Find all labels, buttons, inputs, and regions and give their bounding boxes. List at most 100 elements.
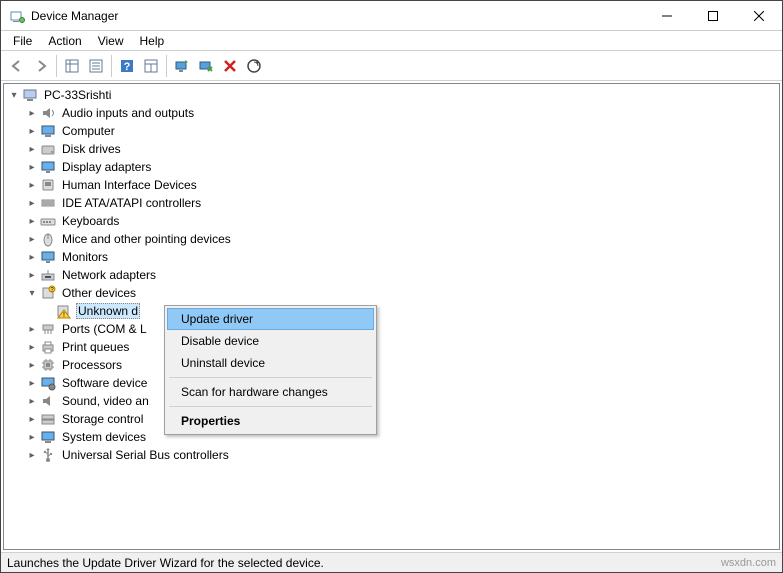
tree-node-unknown-device[interactable]: !Unknown d: [4, 302, 779, 320]
tree-node-label: Storage control: [60, 412, 145, 426]
tree-node[interactable]: ▸Print queues: [4, 338, 779, 356]
ctx-separator: [169, 377, 372, 378]
tree-node-label: Ports (COM & L: [60, 322, 149, 336]
other-devices-icon: ?: [40, 285, 56, 301]
svg-text:?: ?: [124, 61, 131, 73]
tree-node[interactable]: ▸ Universal Serial Bus controllers: [4, 446, 779, 464]
tree-node-label: Unknown d: [76, 303, 140, 319]
update-driver-button[interactable]: [170, 54, 194, 78]
chevron-right-icon[interactable]: ▸: [24, 321, 40, 337]
tree-node[interactable]: ▾? Other devices: [4, 284, 779, 302]
network-icon: [40, 267, 56, 283]
tree-node[interactable]: ▸ Human Interface Devices: [4, 176, 779, 194]
tree-node[interactable]: ▸Software device: [4, 374, 779, 392]
window-controls: [644, 1, 782, 31]
tree-node-label: Audio inputs and outputs: [60, 106, 196, 120]
tree-node[interactable]: ▸ System devices: [4, 428, 779, 446]
forward-button[interactable]: [29, 54, 53, 78]
chevron-right-icon[interactable]: ▸: [24, 393, 40, 409]
tree-node-label: Network adapters: [60, 268, 158, 282]
ctx-properties[interactable]: Properties: [167, 410, 374, 432]
titlebar: Device Manager: [1, 1, 782, 31]
chevron-right-icon[interactable]: ▸: [24, 123, 40, 139]
menu-file[interactable]: File: [5, 32, 40, 50]
back-button[interactable]: [5, 54, 29, 78]
tree-node-label: Sound, video an: [60, 394, 151, 408]
display-icon: [40, 159, 56, 175]
usb-icon: [40, 447, 56, 463]
tree-node[interactable]: ▸ Network adapters: [4, 266, 779, 284]
chevron-right-icon[interactable]: ▸: [24, 159, 40, 175]
chevron-right-icon[interactable]: ▸: [24, 177, 40, 193]
chevron-right-icon[interactable]: ▸: [24, 213, 40, 229]
help-button[interactable]: ?: [115, 54, 139, 78]
warning-device-icon: !: [56, 303, 72, 319]
tree-node[interactable]: ▸ Sound, video an: [4, 392, 779, 410]
tree-node-label: System devices: [60, 430, 148, 444]
menu-action[interactable]: Action: [40, 32, 89, 50]
maximize-button[interactable]: [690, 1, 736, 31]
minimize-button[interactable]: [644, 1, 690, 31]
tree-node[interactable]: ▸Display adapters: [4, 158, 779, 176]
scan-hardware-button[interactable]: [242, 54, 266, 78]
computer-icon: [22, 87, 38, 103]
device-tree[interactable]: ▾ PC-33Srishti ▸ Audio inputs and outputs…: [3, 83, 780, 550]
properties-sheet-button[interactable]: [139, 54, 163, 78]
chevron-down-icon[interactable]: ▾: [24, 285, 40, 301]
tree-node[interactable]: ▸ Ports (COM & L: [4, 320, 779, 338]
ctx-disable-device[interactable]: Disable device: [167, 330, 374, 352]
tree-node[interactable]: ▸IDE ATA/ATAPI controllers: [4, 194, 779, 212]
chevron-right-icon[interactable]: ▸: [24, 249, 40, 265]
ctx-uninstall-device[interactable]: Uninstall device: [167, 352, 374, 374]
processor-icon: [40, 357, 56, 373]
tree-node-label: Other devices: [60, 286, 138, 300]
statusbar: Launches the Update Driver Wizard for th…: [1, 552, 782, 572]
ctx-update-driver[interactable]: Update driver: [167, 308, 374, 330]
chevron-down-icon[interactable]: ▾: [6, 87, 22, 103]
properties-button[interactable]: [84, 54, 108, 78]
ctx-scan-hardware[interactable]: Scan for hardware changes: [167, 381, 374, 403]
chevron-right-icon[interactable]: ▸: [24, 357, 40, 373]
tree-node[interactable]: ▸ Audio inputs and outputs: [4, 104, 779, 122]
chevron-right-icon[interactable]: ▸: [24, 339, 40, 355]
tree-node[interactable]: ▸ Computer: [4, 122, 779, 140]
disable-device-button[interactable]: [194, 54, 218, 78]
toolbar: ?: [1, 51, 782, 81]
context-menu: Update driver Disable device Uninstall d…: [164, 305, 377, 435]
tree-root[interactable]: ▾ PC-33Srishti: [4, 86, 779, 104]
chevron-right-icon[interactable]: ▸: [24, 195, 40, 211]
hid-icon: [40, 177, 56, 193]
tree-node-label: Universal Serial Bus controllers: [60, 448, 231, 462]
tree-node-label: PC-33Srishti: [42, 88, 113, 102]
tree-node[interactable]: ▸Disk drives: [4, 140, 779, 158]
chevron-right-icon[interactable]: ▸: [24, 447, 40, 463]
tree-node[interactable]: ▸Mice and other pointing devices: [4, 230, 779, 248]
tree-node-label: Human Interface Devices: [60, 178, 199, 192]
chevron-right-icon[interactable]: ▸: [24, 267, 40, 283]
tree-node[interactable]: ▸ Keyboards: [4, 212, 779, 230]
chevron-right-icon[interactable]: ▸: [24, 141, 40, 157]
tree-node[interactable]: ▸Monitors: [4, 248, 779, 266]
tree-node[interactable]: ▸Processors: [4, 356, 779, 374]
monitor-icon: [40, 249, 56, 265]
chevron-right-icon[interactable]: ▸: [24, 411, 40, 427]
ctx-separator: [169, 406, 372, 407]
audio-icon: [40, 105, 56, 121]
close-button[interactable]: [736, 1, 782, 31]
device-manager-icon: [9, 8, 25, 24]
chevron-right-icon[interactable]: ▸: [24, 429, 40, 445]
uninstall-device-button[interactable]: [218, 54, 242, 78]
tree-node-label: Computer: [60, 124, 117, 138]
tree-node[interactable]: ▸ Storage control: [4, 410, 779, 428]
chevron-right-icon[interactable]: ▸: [24, 105, 40, 121]
status-text: Launches the Update Driver Wizard for th…: [7, 556, 324, 570]
computer-icon: [40, 123, 56, 139]
chevron-right-icon[interactable]: ▸: [24, 375, 40, 391]
chevron-right-icon[interactable]: ▸: [24, 231, 40, 247]
window-title: Device Manager: [31, 9, 644, 23]
menu-view[interactable]: View: [90, 32, 132, 50]
show-hide-tree-button[interactable]: [60, 54, 84, 78]
menu-help[interactable]: Help: [132, 32, 173, 50]
ide-icon: [40, 195, 56, 211]
tree-node-label: Keyboards: [60, 214, 121, 228]
